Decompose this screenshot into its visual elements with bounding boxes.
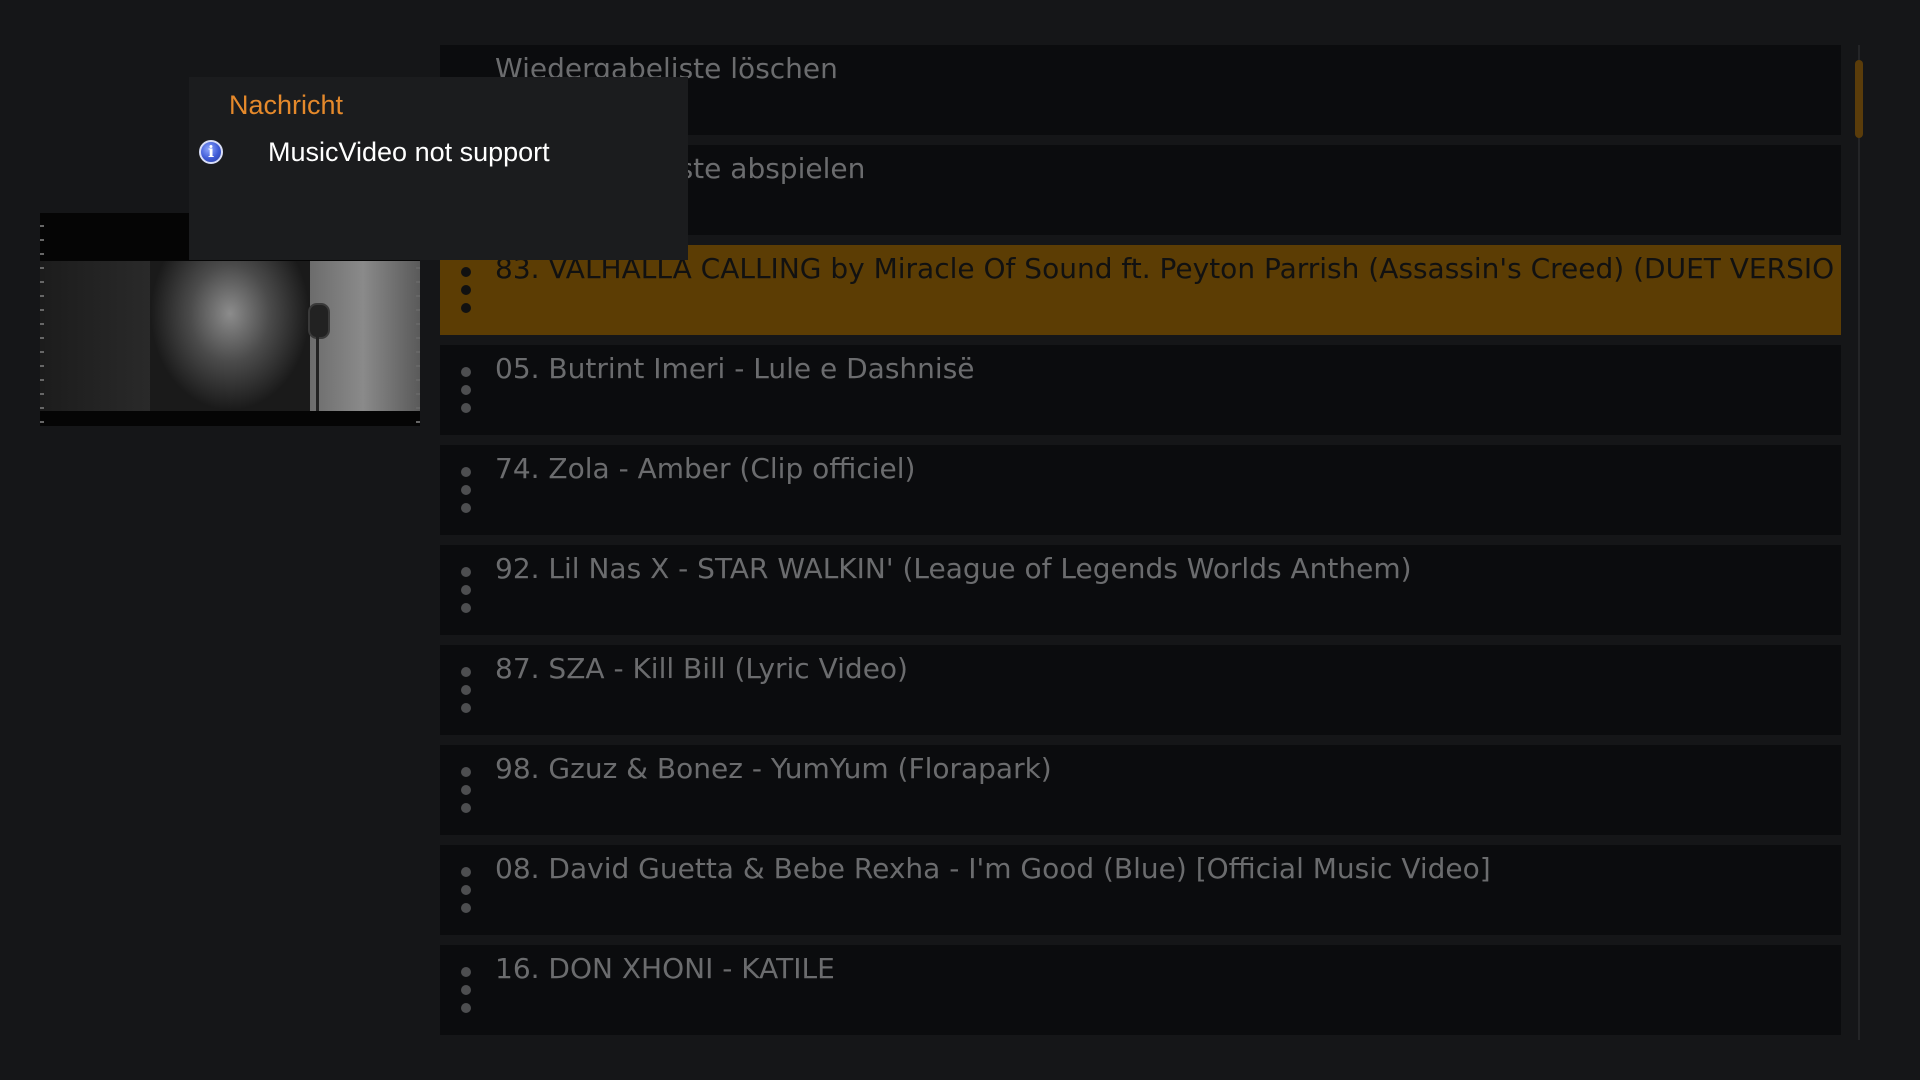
playlist-item[interactable]: 87. SZA - Kill Bill (Lyric Video) [440,645,1841,735]
notification-message: MusicVideo not support [268,137,550,167]
playlist-item-label: 74. Zola - Amber (Clip officiel) [495,452,916,485]
playlist-item[interactable]: 08. David Guetta & Bebe Rexha - I'm Good… [440,845,1841,935]
film-edge-left [40,213,44,426]
playlist-item-label: 87. SZA - Kill Bill (Lyric Video) [495,652,908,685]
microphone-shape [308,303,330,339]
playlist-item-label: 98. Gzuz & Bonez - YumYum (Florapark) [495,752,1052,785]
vertical-ellipsis-icon[interactable] [460,467,472,517]
scrollbar-thumb[interactable] [1855,60,1863,138]
playlist-item-label: 83. VALHALLA CALLING by Miracle Of Sound… [495,252,1835,285]
playlist-item[interactable]: 16. DON XHONI - KATILE [440,945,1841,1035]
microphone-stand-shape [316,335,319,411]
vertical-ellipsis-icon[interactable] [460,767,472,817]
notification-title: Nachricht [229,90,344,120]
notification-dialog: Nachricht i MusicVideo not support [189,77,688,260]
playlist-item-label: 92. Lil Nas X - STAR WALKIN' (League of … [495,552,1412,585]
playlist-item[interactable]: 92. Lil Nas X - STAR WALKIN' (League of … [440,545,1841,635]
playlist-item-label: 05. Butrint Imeri - Lule e Dashnisë [495,352,975,385]
playlist-item[interactable]: 74. Zola - Amber (Clip officiel) [440,445,1841,535]
thumbnail-singer [150,261,310,411]
screen: Wiedergabeliste löschen Wiedergabeliste … [0,0,1920,1080]
playlist-item-label: 16. DON XHONI - KATILE [495,952,835,985]
vertical-ellipsis-icon[interactable] [460,367,472,417]
vertical-ellipsis-icon[interactable] [460,967,472,1017]
vertical-ellipsis-icon[interactable] [460,267,472,317]
playlist-item-label: 08. David Guetta & Bebe Rexha - I'm Good… [495,852,1491,885]
scrollbar-track[interactable] [1858,45,1860,1040]
vertical-ellipsis-icon[interactable] [460,867,472,917]
playlist-item[interactable]: 98. Gzuz & Bonez - YumYum (Florapark) [440,745,1841,835]
info-icon: i [199,140,223,164]
vertical-ellipsis-icon[interactable] [460,667,472,717]
vertical-ellipsis-icon[interactable] [460,567,472,617]
playlist-item[interactable]: 05. Butrint Imeri - Lule e Dashnisë [440,345,1841,435]
